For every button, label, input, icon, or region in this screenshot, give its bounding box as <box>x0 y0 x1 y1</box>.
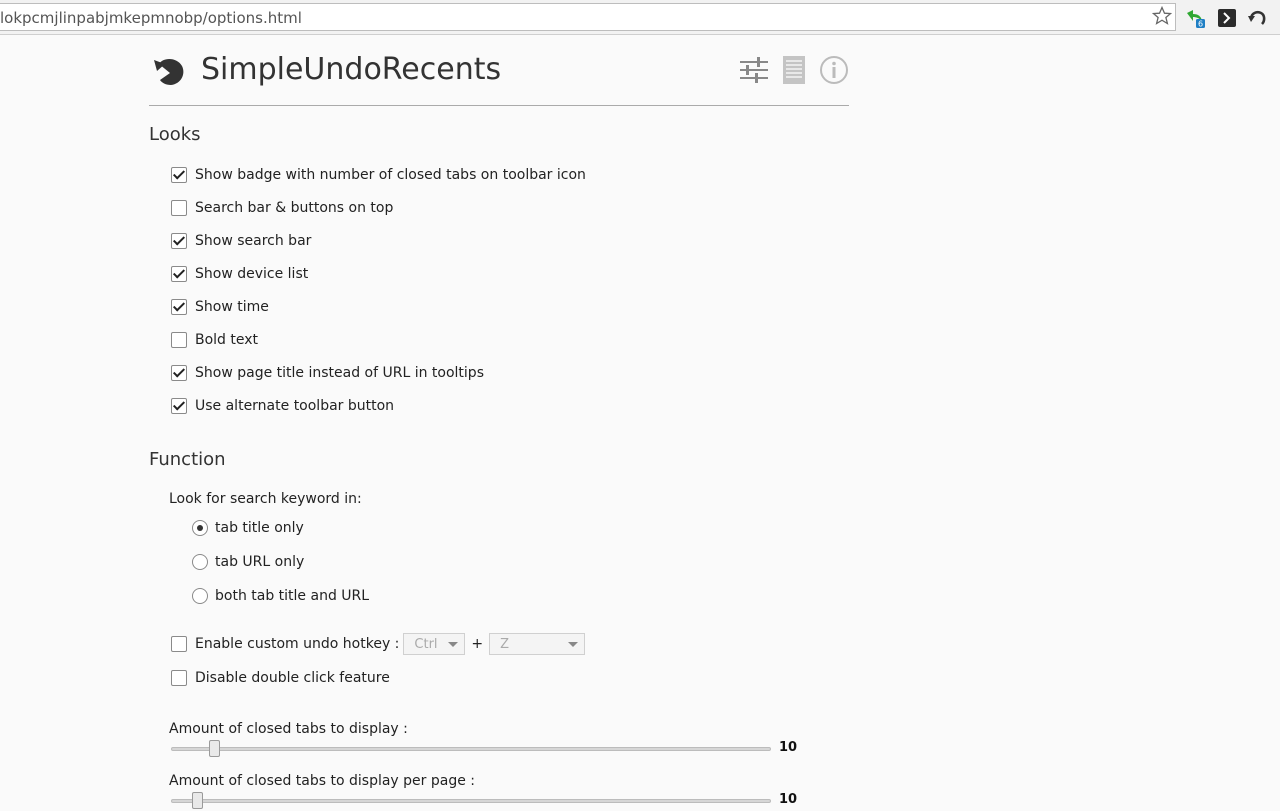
function-section-title: Function <box>149 449 226 470</box>
extension-dark-icon[interactable] <box>1216 7 1238 29</box>
both-title-url-radio[interactable] <box>192 588 208 604</box>
option-disable-double-click[interactable]: Disable double click feature <box>171 668 390 688</box>
slider-thumb[interactable] <box>209 740 221 757</box>
option-label: Enable custom undo hotkey : <box>195 636 400 652</box>
looks-section-title: Looks <box>149 124 201 145</box>
option-label: Show device list <box>195 266 309 282</box>
page-header: SimpleUndoRecents <box>149 35 849 106</box>
page-title: SimpleUndoRecents <box>201 52 502 87</box>
tab-title-only-radio[interactable] <box>192 520 208 536</box>
tab-url-only-radio[interactable] <box>192 554 208 570</box>
option-show-device-list[interactable]: Show device list <box>171 264 308 284</box>
slider-thumb[interactable] <box>191 792 203 809</box>
hotkey-key-select[interactable]: Z <box>489 633 586 655</box>
radio-both-title-url[interactable]: both tab title and URL <box>192 586 369 606</box>
hotkey-modifier-value: Ctrl <box>414 636 438 652</box>
radio-label: tab title only <box>215 520 304 536</box>
show-search-bar-checkbox[interactable] <box>171 233 187 249</box>
option-show-time[interactable]: Show time <box>171 297 269 317</box>
search-keyword-label: Look for search keyword in: <box>169 491 362 507</box>
radio-tab-title-only[interactable]: tab title only <box>192 518 304 538</box>
option-label: Use alternate toolbar button <box>195 398 395 414</box>
option-show-search-bar[interactable]: Show search bar <box>171 231 311 251</box>
bold-text-checkbox[interactable] <box>171 332 187 348</box>
page-title-tooltips-checkbox[interactable] <box>171 365 187 381</box>
slider-track[interactable] <box>171 747 771 751</box>
options-page: SimpleUndoRecents Looks Show badge with … <box>149 35 849 809</box>
option-label: Bold text <box>195 332 259 348</box>
closed-tabs-amount-value: 10 <box>779 740 798 755</box>
url-text: lokpcmjlinpabjmkepmnobp/options.html <box>0 9 302 27</box>
svg-text:6: 6 <box>1198 20 1203 29</box>
closed-tabs-per-page-slider[interactable] <box>171 791 771 811</box>
custom-hotkey-checkbox[interactable] <box>171 636 187 652</box>
list-icon[interactable] <box>779 55 809 85</box>
address-bar[interactable]: lokpcmjlinpabjmkepmnobp/options.html <box>0 3 1176 31</box>
app-logo-icon <box>154 58 184 85</box>
closed-tabs-per-page-label: Amount of closed tabs to display per pag… <box>169 773 476 789</box>
bookmark-star-icon[interactable] <box>1152 6 1172 26</box>
radio-label: both tab title and URL <box>215 588 370 604</box>
disable-double-click-checkbox[interactable] <box>171 670 187 686</box>
settings-sliders-icon[interactable] <box>739 55 769 85</box>
undo-extension-icon[interactable] <box>1247 7 1269 29</box>
option-custom-hotkey[interactable]: Enable custom undo hotkey : Ctrl + Z <box>171 632 586 656</box>
chevron-down-icon <box>568 642 579 647</box>
alternate-toolbar-button-checkbox[interactable] <box>171 398 187 414</box>
radio-label: tab URL only <box>215 554 305 570</box>
option-alternate-toolbar-button[interactable]: Use alternate toolbar button <box>171 396 394 416</box>
info-icon[interactable] <box>819 55 849 85</box>
option-show-badge[interactable]: Show badge with number of closed tabs on… <box>171 165 586 185</box>
search-bar-top-checkbox[interactable] <box>171 200 187 216</box>
closed-tabs-amount-slider[interactable] <box>171 739 771 759</box>
option-label: Show badge with number of closed tabs on… <box>195 167 586 183</box>
show-device-list-checkbox[interactable] <box>171 266 187 282</box>
chevron-down-icon <box>448 642 459 647</box>
hotkey-key-value: Z <box>500 636 510 652</box>
option-search-bar-top[interactable]: Search bar & buttons on top <box>171 198 393 218</box>
show-badge-checkbox[interactable] <box>171 167 187 183</box>
option-label: Disable double click feature <box>195 670 390 686</box>
hotkey-modifier-select[interactable]: Ctrl <box>403 633 466 655</box>
option-label: Search bar & buttons on top <box>195 200 394 216</box>
browser-toolbar: lokpcmjlinpabjmkepmnobp/options.html 6 <box>0 0 1280 35</box>
show-time-checkbox[interactable] <box>171 299 187 315</box>
option-page-title-tooltips[interactable]: Show page title instead of URL in toolti… <box>171 363 484 383</box>
hotkey-plus: + <box>471 636 484 652</box>
option-label: Show page title instead of URL in toolti… <box>195 365 484 381</box>
closed-tabs-amount-label: Amount of closed tabs to display : <box>169 721 408 737</box>
option-label: Show time <box>195 299 269 315</box>
option-label: Show search bar <box>195 233 312 249</box>
extension-badge-icon[interactable]: 6 <box>1184 7 1206 29</box>
radio-tab-url-only[interactable]: tab URL only <box>192 552 304 572</box>
option-bold-text[interactable]: Bold text <box>171 330 258 350</box>
